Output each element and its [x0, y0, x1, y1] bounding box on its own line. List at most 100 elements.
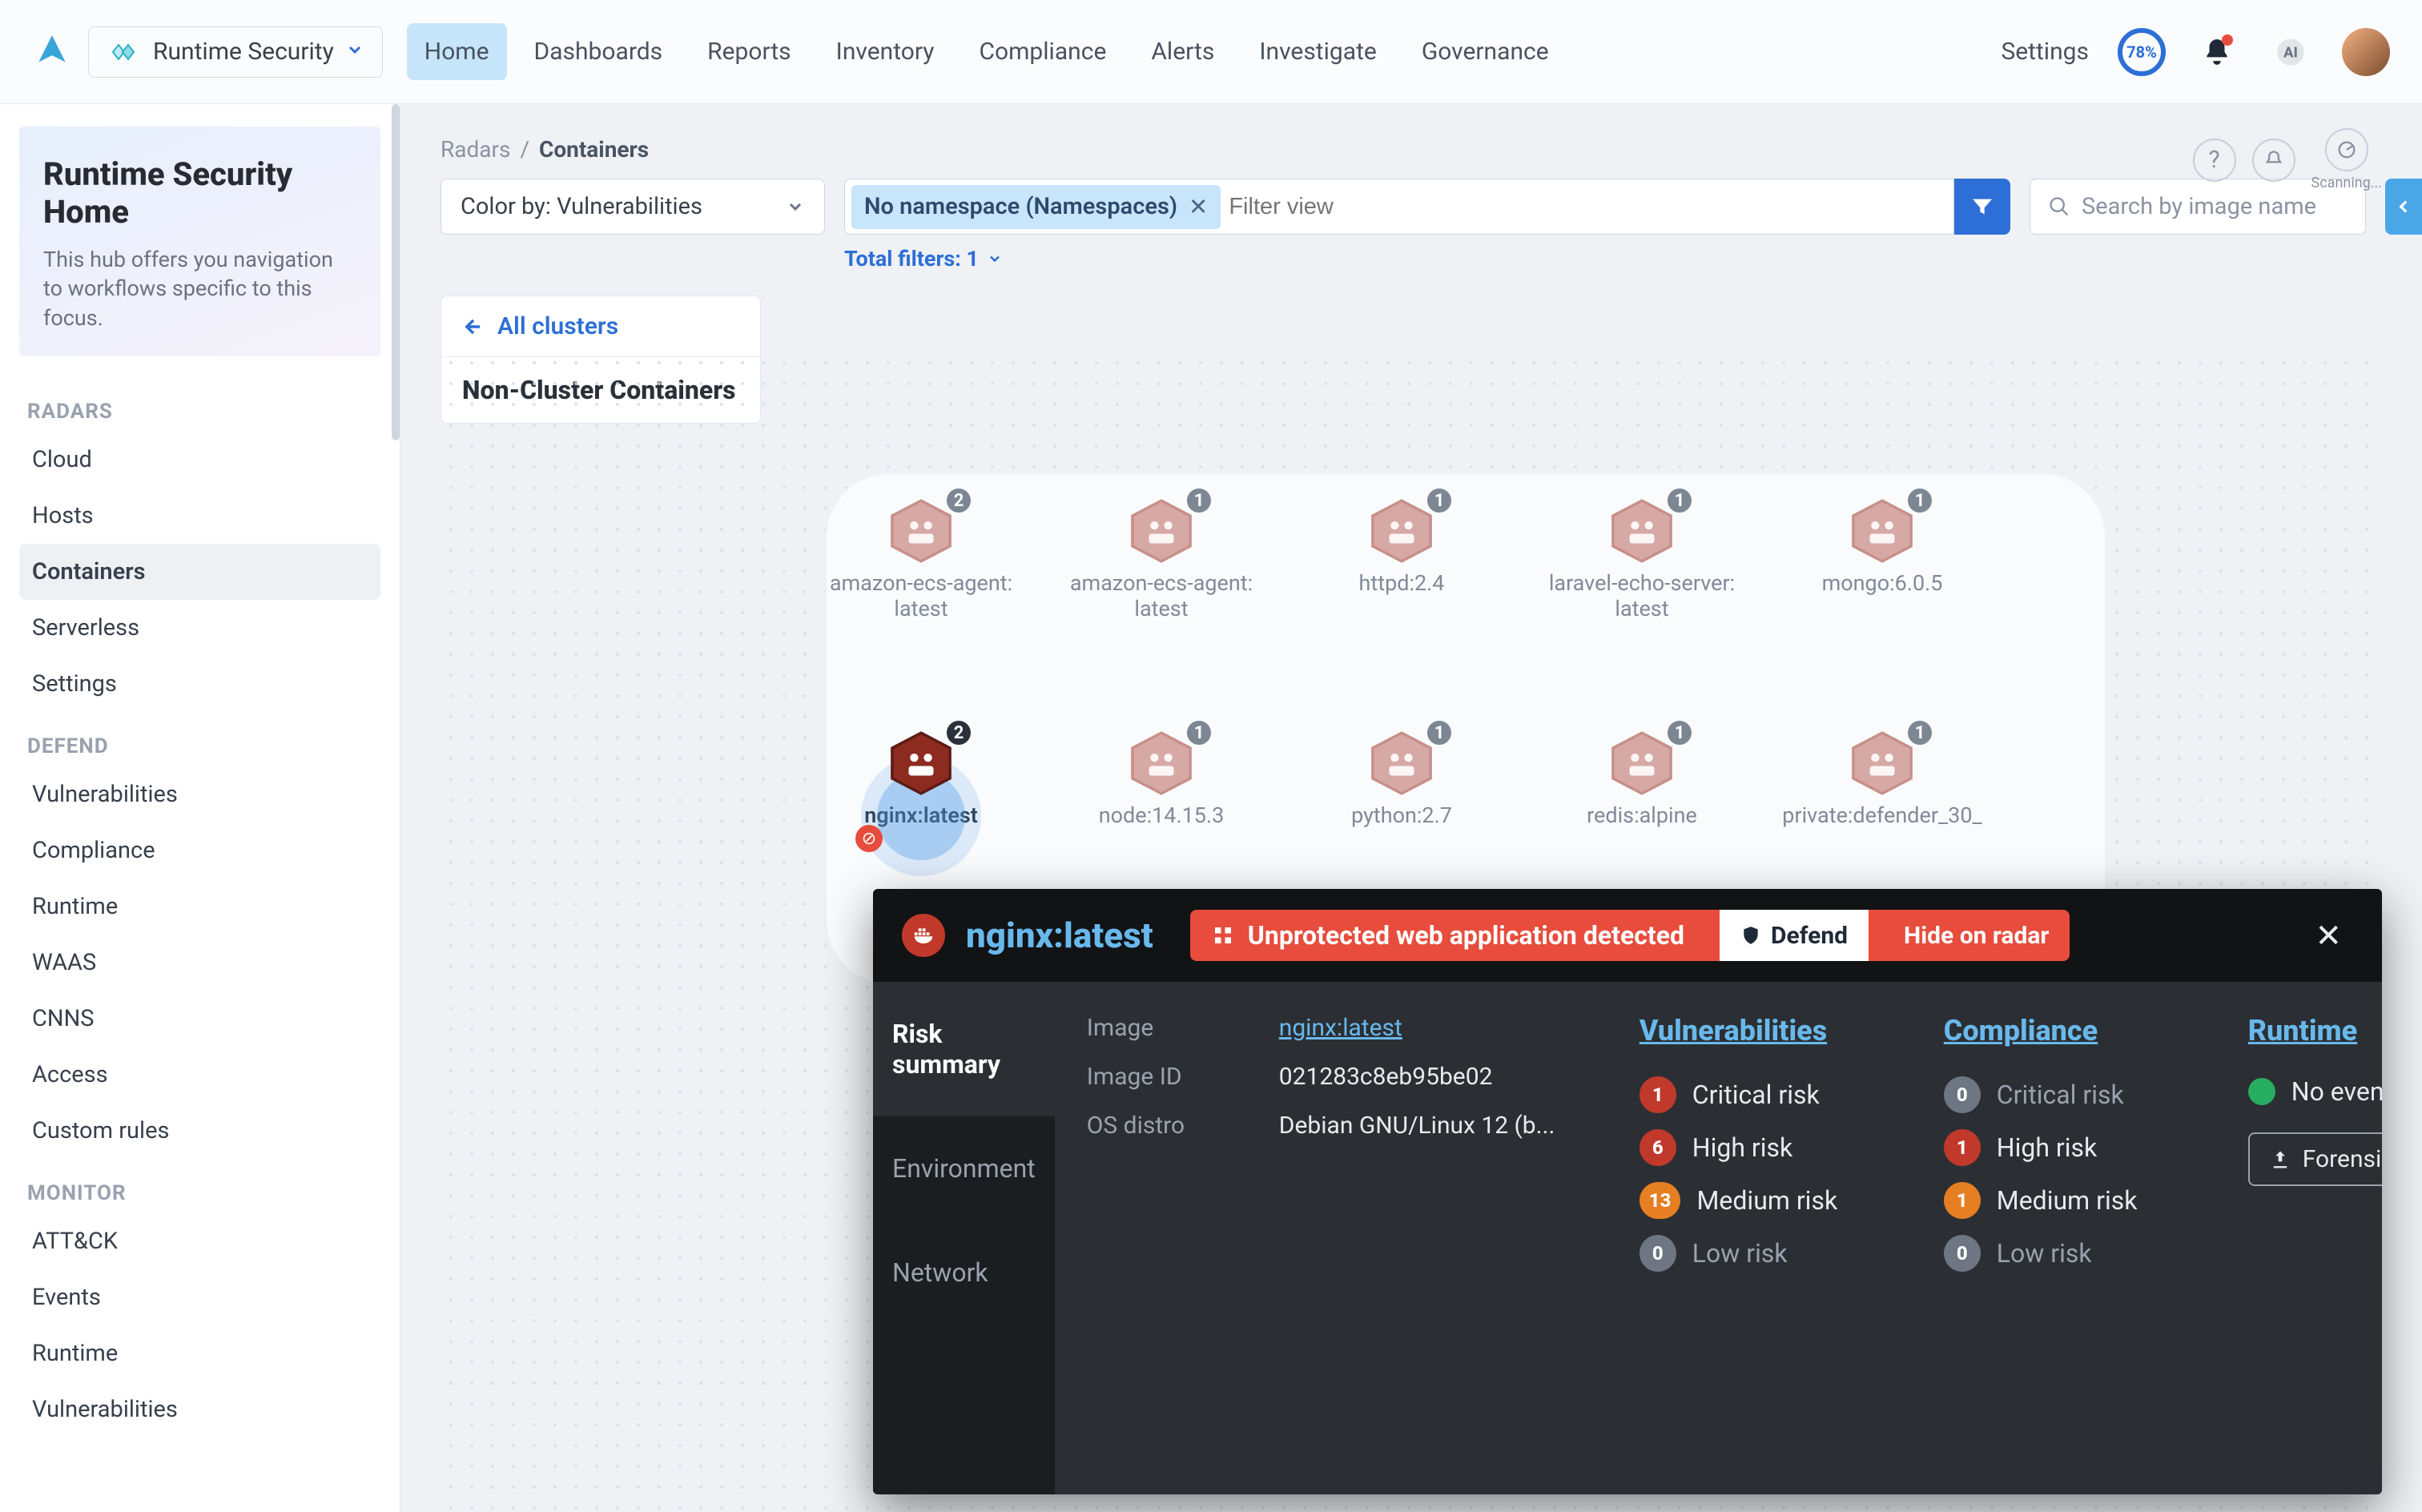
- user-avatar[interactable]: [2342, 28, 2390, 76]
- close-button[interactable]: ✕: [2303, 911, 2353, 961]
- sidebar-hero: Runtime Security Home This hub offers yo…: [19, 127, 380, 356]
- ok-dot: [2248, 1078, 2275, 1105]
- scanning-indicator[interactable]: Scanning...: [2311, 128, 2382, 191]
- detail-tab-network[interactable]: Network: [873, 1220, 1055, 1325]
- topnav-investigate[interactable]: Investigate: [1241, 23, 1394, 80]
- radar-node[interactable]: 1mongo:6.0.5: [1762, 497, 2002, 596]
- sidebar-item-waas[interactable]: WAAS: [19, 935, 380, 991]
- top-right-cluster: Settings 78% AI: [2001, 28, 2390, 76]
- runtime-heading[interactable]: Runtime: [2248, 1014, 2382, 1048]
- node-count: 1: [1905, 485, 1935, 516]
- sidebar-item-runtime[interactable]: Runtime: [19, 1325, 380, 1381]
- sidebar-item-hosts[interactable]: Hosts: [19, 488, 380, 544]
- risk-row[interactable]: 0Low risk: [1944, 1227, 2208, 1280]
- topnav-compliance[interactable]: Compliance: [961, 23, 1124, 80]
- sidebar-group-defend: DEFEND: [27, 734, 372, 758]
- score-badge[interactable]: 78%: [2118, 28, 2166, 76]
- node-count: 1: [1424, 718, 1454, 748]
- sidebar-item-runtime[interactable]: Runtime: [19, 879, 380, 935]
- radar-node[interactable]: 2amazon-ecs-agent:latest: [801, 497, 1041, 622]
- sidebar-item-serverless[interactable]: Serverless: [19, 600, 380, 656]
- node-count: 1: [1424, 485, 1454, 516]
- node-label: mongo:6.0.5: [1822, 570, 1943, 596]
- topnav-dashboards[interactable]: Dashboards: [517, 23, 681, 80]
- filter-text-input[interactable]: [1229, 194, 1947, 220]
- notification-dot: [2222, 34, 2233, 46]
- compliance-heading[interactable]: Compliance: [1944, 1014, 2208, 1048]
- radar-node[interactable]: 80⊘2nginx:latest: [801, 729, 1041, 828]
- detail-tabs: Risk summaryEnvironmentNetwork: [873, 982, 1055, 1494]
- crumb-root[interactable]: Radars: [441, 136, 510, 163]
- content-area: ? Scanning... Radars / Containers Color …: [400, 104, 2422, 1512]
- topnav-alerts[interactable]: Alerts: [1133, 23, 1232, 80]
- sidebar-item-access[interactable]: Access: [19, 1047, 380, 1103]
- risk-row[interactable]: 1Critical risk: [1639, 1068, 1904, 1121]
- sidebar-item-settings[interactable]: Settings: [19, 656, 380, 712]
- color-by-select[interactable]: Color by: Vulnerabilities: [441, 179, 825, 235]
- settings-link[interactable]: Settings: [2001, 38, 2089, 66]
- node-label: httpd:2.4: [1359, 570, 1445, 596]
- focus-dropdown[interactable]: Runtime Security: [88, 26, 383, 78]
- alerts-icon[interactable]: [2252, 139, 2295, 182]
- count-badge: 13: [1639, 1182, 1681, 1219]
- risk-row[interactable]: 6High risk: [1639, 1121, 1904, 1174]
- node-label: amazon-ecs-agent:latest: [830, 570, 1012, 622]
- risk-row[interactable]: 0Low risk: [1639, 1227, 1904, 1280]
- radar-node[interactable]: 1private:defender_30_: [1762, 729, 2002, 828]
- radar-node[interactable]: 1node:14.15.3: [1041, 729, 1281, 828]
- crumb-leaf: Containers: [539, 136, 649, 163]
- topnav-inventory[interactable]: Inventory: [819, 23, 952, 80]
- kv-grid: Image nginx:latest Image ID 021283c8eb95…: [1087, 1014, 1599, 1140]
- funnel-icon: [1969, 194, 1995, 219]
- sidebar-item-cloud[interactable]: Cloud: [19, 432, 380, 488]
- chip-remove-icon[interactable]: ✕: [1189, 193, 1208, 221]
- vuln-heading[interactable]: Vulnerabilities: [1639, 1014, 1904, 1048]
- detail-tab-risk-summary[interactable]: Risk summary: [873, 982, 1055, 1116]
- sidebar-item-vulnerabilities[interactable]: Vulnerabilities: [19, 1381, 380, 1438]
- bell-icon[interactable]: [2195, 30, 2239, 74]
- node-count: 1: [1184, 485, 1214, 516]
- sidebar-item-att&ck[interactable]: ATT&CK: [19, 1213, 380, 1269]
- topnav-home[interactable]: Home: [407, 23, 507, 80]
- sidebar-item-events[interactable]: Events: [19, 1269, 380, 1325]
- sidebar-item-containers[interactable]: Containers: [19, 544, 380, 600]
- detail-tab-environment[interactable]: Environment: [873, 1116, 1055, 1220]
- sidebar-group-radars: RADARS: [27, 400, 372, 424]
- filter-chip[interactable]: No namespace (Namespaces) ✕: [851, 185, 1221, 229]
- help-icon[interactable]: ?: [2193, 139, 2236, 182]
- risk-row[interactable]: 1High risk: [1944, 1121, 2208, 1174]
- radar-node[interactable]: 1httpd:2.4: [1281, 497, 1522, 596]
- forensics-button[interactable]: Forensics: [2248, 1132, 2382, 1186]
- sidebar-item-compliance[interactable]: Compliance: [19, 822, 380, 879]
- ai-icon[interactable]: AI: [2268, 30, 2313, 74]
- chevron-down-icon: [987, 251, 1003, 267]
- risk-row[interactable]: 0Critical risk: [1944, 1068, 2208, 1121]
- topnav-reports[interactable]: Reports: [690, 23, 809, 80]
- all-clusters-link[interactable]: All clusters: [441, 296, 760, 357]
- image-link[interactable]: nginx:latest: [1279, 1014, 1599, 1042]
- defend-button[interactable]: Defend: [1720, 910, 1869, 961]
- radar-node[interactable]: 1laravel-echo-server:latest: [1522, 497, 1762, 622]
- sidebar-item-vulnerabilities[interactable]: Vulnerabilities: [19, 766, 380, 822]
- detail-header: nginx:latest Unprotected web application…: [873, 889, 2382, 982]
- sidebar-item-custom-rules[interactable]: Custom rules: [19, 1103, 380, 1159]
- filter-input[interactable]: No namespace (Namespaces) ✕: [844, 179, 1954, 235]
- node-label: redis:alpine: [1587, 802, 1697, 828]
- radar-node[interactable]: 1python:2.7: [1281, 729, 1522, 828]
- panel-collapse-button[interactable]: [2385, 179, 2422, 235]
- top-nav: HomeDashboardsReportsInventoryCompliance…: [407, 23, 1567, 80]
- sidebar-item-cnns[interactable]: CNNS: [19, 991, 380, 1047]
- warning-icon: [1211, 923, 1235, 947]
- risk-row[interactable]: 1Medium risk: [1944, 1174, 2208, 1227]
- chevron-down-icon: [345, 38, 364, 66]
- total-filters-link[interactable]: Total filters: 1: [844, 246, 2010, 271]
- radar-node[interactable]: 1redis:alpine: [1522, 729, 1762, 828]
- filter-button[interactable]: [1954, 179, 2010, 235]
- detail-title[interactable]: nginx:latest: [966, 915, 1153, 956]
- node-label: node:14.15.3: [1099, 802, 1225, 828]
- risk-row[interactable]: 13Medium risk: [1639, 1174, 1904, 1227]
- hide-on-radar-button[interactable]: Hide on radar: [1883, 922, 2070, 950]
- topnav-governance[interactable]: Governance: [1404, 23, 1567, 80]
- radar-node[interactable]: 1amazon-ecs-agent:latest: [1041, 497, 1281, 622]
- chevron-down-icon: [786, 197, 805, 216]
